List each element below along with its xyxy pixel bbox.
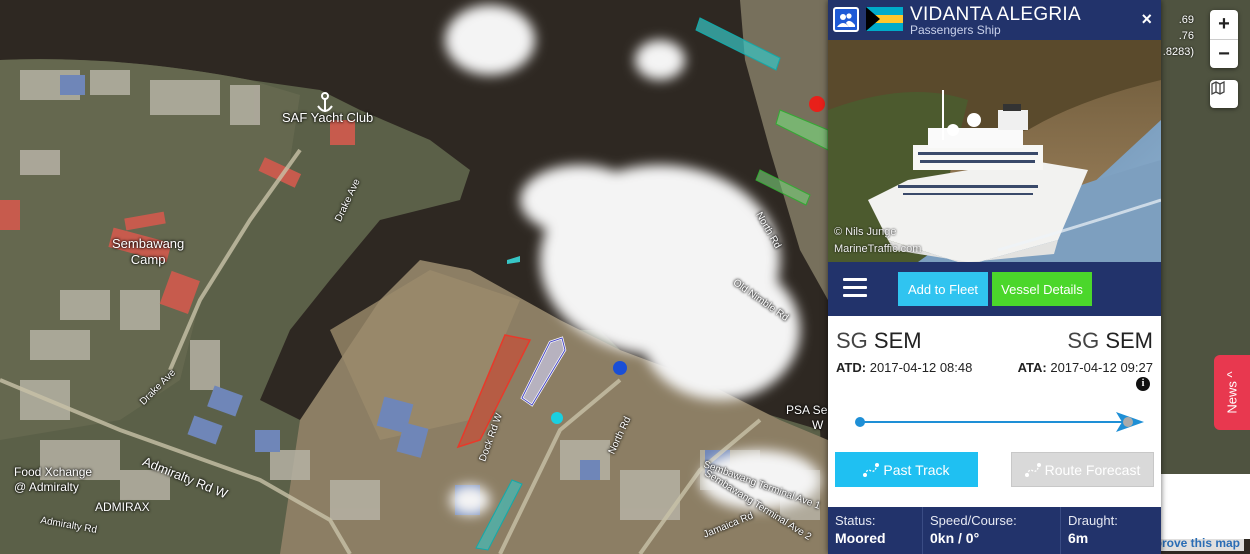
food-xchange-label: Food Xchange @ Admiralty [14,465,93,494]
zoom-control: + − [1210,10,1238,68]
photo-credit: © Nils Junge MarineTraffic.com [834,224,921,258]
sembawang-camp-label: Sembawang Camp [112,236,185,267]
vessel-header: VIDANTA ALEGRIA Passengers Ship × [828,0,1161,40]
vessel-details-button[interactable]: Vessel Details [992,272,1092,306]
departure-country-code: SG [836,328,868,353]
menu-icon[interactable] [843,278,867,302]
close-panel-button[interactable]: × [1141,9,1152,30]
map-layers-button[interactable] [1210,80,1238,108]
news-tab[interactable]: News ^ [1214,355,1250,430]
psa-label: PSA Se [786,403,828,417]
admirax-label: ADMIRAX [95,500,150,514]
vessel-type: Passengers Ship [910,23,1001,37]
users-icon [837,12,855,27]
ata-label: ATA: [1017,360,1047,375]
arrival-port-code: SEM [1105,328,1153,353]
arrival-country-code: SG [1067,328,1100,353]
info-icon[interactable]: i [1136,377,1150,391]
draught-label: Draught: [1068,513,1118,528]
departure-port-code: SEM [873,328,922,353]
yacht-club-label: SAF Yacht Club [282,110,374,125]
speed-course-value: 0kn / 0° [930,530,980,546]
atd-value: 2017-04-12 08:48 [869,360,973,375]
departure-port[interactable]: SG SEM [836,328,922,354]
photo-credit-source: MarineTraffic.com [834,243,922,255]
coordinate-line: .76 [1178,30,1194,42]
route-forecast-button[interactable]: Route Forecast [1011,452,1154,487]
atd-label: ATD: [836,360,867,375]
photo-credit-author: © Nils Junge [834,226,897,238]
coordinate-line: .69 [1178,14,1194,26]
status-label: Status: [835,513,876,528]
ata-time: ATA: 2017-04-12 09:27 [1018,360,1153,375]
voyage-progress-marker [1123,417,1133,427]
bahamas-flag-icon [866,7,903,31]
arrival-port[interactable]: SG SEM [1067,328,1153,354]
past-track-label: Past Track [883,461,950,478]
vessel-status-bar: Status: Moored Speed/Course: 0kn / 0° Dr… [828,507,1161,554]
route-forecast-label: Route Forecast [1044,461,1141,478]
psa-label-2: W [812,418,824,432]
zoom-in-button[interactable]: + [1210,10,1238,39]
voyage-progress-bar [855,412,1144,432]
zoom-out-button[interactable]: − [1210,39,1238,68]
speed-course-label: Speed/Course: [930,513,1017,528]
add-to-fleet-button[interactable]: Add to Fleet [898,272,988,306]
vessel-toolbar: Add to Fleet Vessel Details [828,262,1161,316]
draught-value: 6m [1068,530,1089,546]
map-layers-icon [1211,80,1225,96]
coordinate-line: .8283) [1162,46,1194,58]
news-label: News ^ [1224,371,1240,414]
speed-course-cell: Speed/Course: 0kn / 0° [923,507,1061,554]
vessel-info-panel: VIDANTA ALEGRIA Passengers Ship × © Nils… [828,0,1161,554]
status-cell: Status: Moored [828,507,923,554]
fleet-users-icon[interactable] [833,7,859,32]
coordinate-readout: .69 .76 .8283) [1163,12,1194,60]
status-value: Moored [835,530,886,546]
track-icon [863,462,880,477]
vessel-photo[interactable]: © Nils Junge MarineTraffic.com [828,40,1161,262]
atd-time: ATD: 2017-04-12 08:48 [836,360,972,375]
route-icon [1024,462,1041,477]
voyage-info: SG SEM SG SEM ATD: 2017-04-12 08:48 ATA:… [828,316,1161,487]
ata-value: 2017-04-12 09:27 [1050,360,1153,375]
past-track-button[interactable]: Past Track [835,452,978,487]
draught-cell: Draught: 6m [1061,507,1161,554]
map-blank-area [1160,474,1250,539]
